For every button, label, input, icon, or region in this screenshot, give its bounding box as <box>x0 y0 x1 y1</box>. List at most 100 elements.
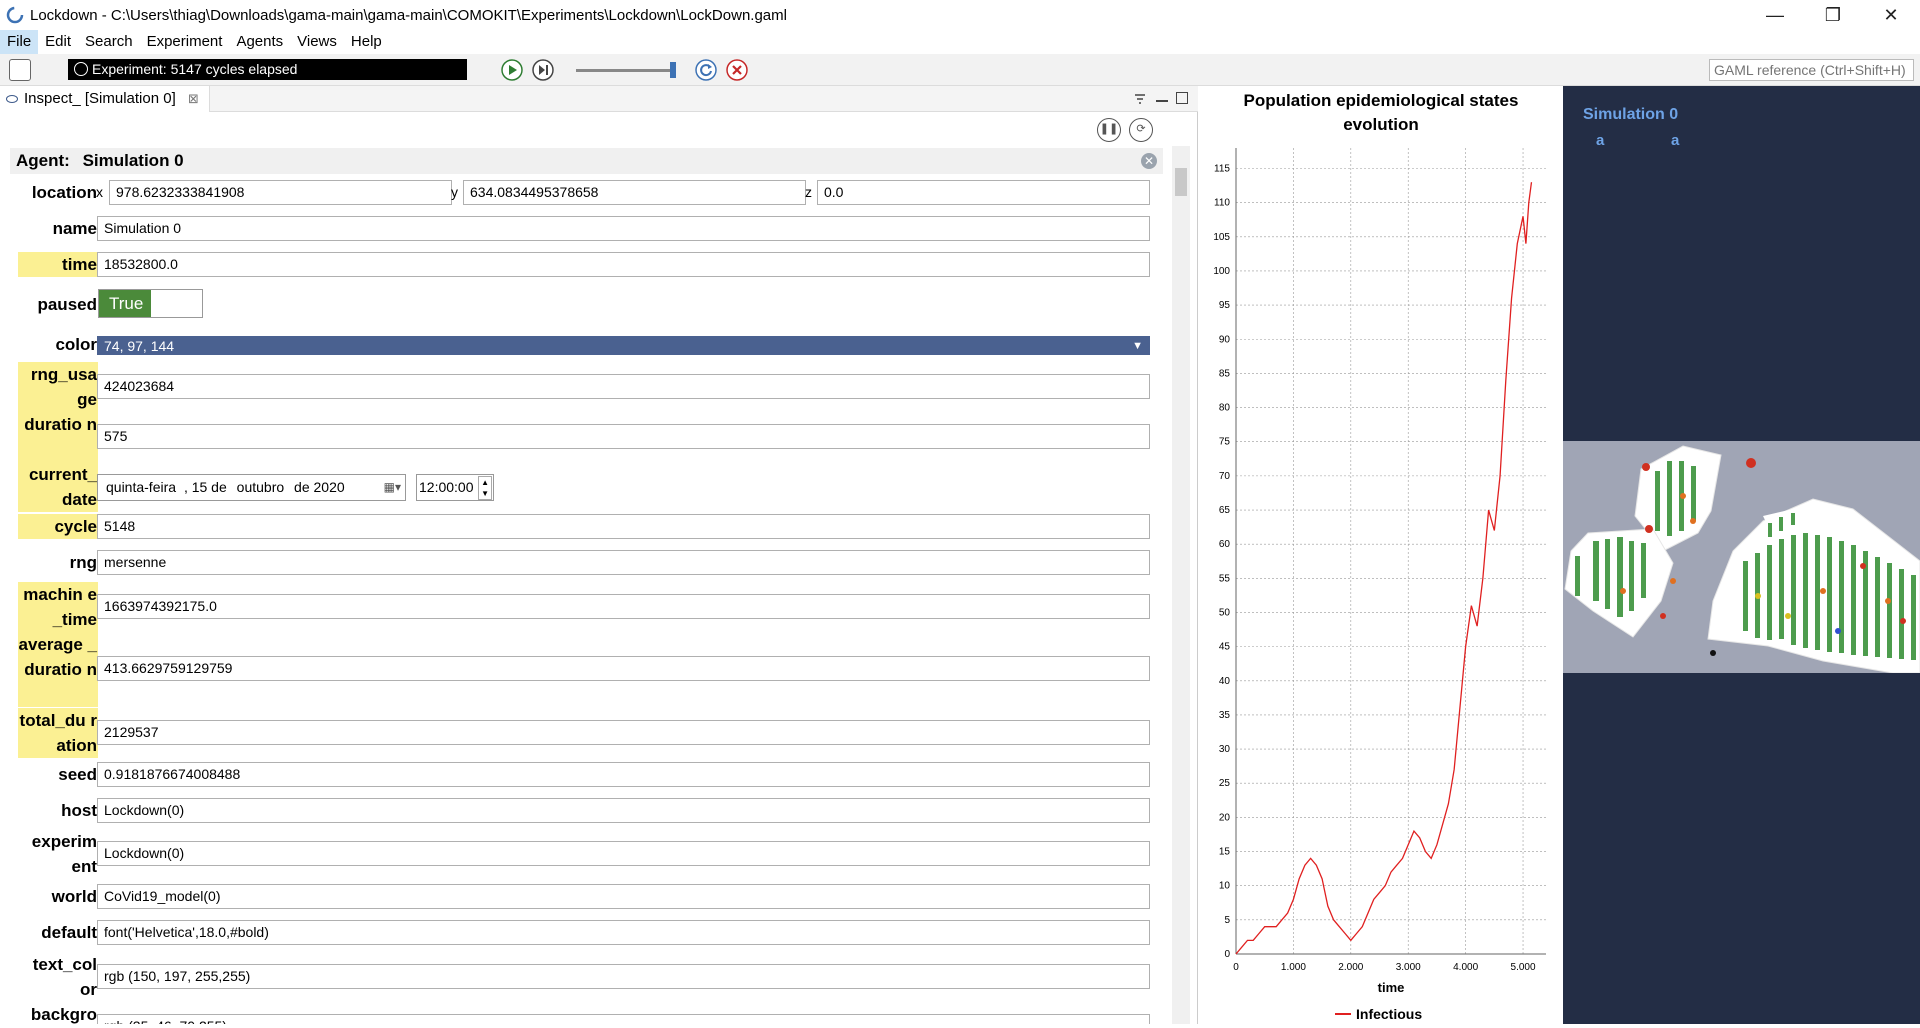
menu-help[interactable]: Help <box>344 30 389 54</box>
edit-experiment-icon[interactable] <box>9 59 31 81</box>
speed-slider-track[interactable] <box>576 69 676 72</box>
display-letter: a <box>1596 132 1605 149</box>
y-tick-label: 5 <box>1224 915 1230 926</box>
cycle-label: cycle <box>18 514 98 539</box>
average-duration-label: average _duratio n <box>18 632 98 707</box>
chart-grid <box>1235 148 1546 955</box>
y-tick-label: 80 <box>1219 403 1231 414</box>
default-label: default <box>41 923 97 942</box>
reload-icon[interactable] <box>695 59 717 81</box>
rng-usage-label: rng_usa ge <box>18 362 98 412</box>
duration-label: duratio n <box>18 412 98 462</box>
date-picker[interactable]: quinta-feira , 15 de outubro de 2020 ▦▾ <box>97 474 406 501</box>
location-x-label: x <box>96 184 103 200</box>
location-y-label: y <box>451 184 458 200</box>
chart-panel: Population epidemiological states evolut… <box>1199 86 1563 1024</box>
time-spinner[interactable]: 12:00:00 ▲ ▼ <box>416 474 494 501</box>
y-tick-label: 20 <box>1219 812 1231 823</box>
close-tab-icon[interactable]: ⊠ <box>188 91 199 106</box>
text-color-field[interactable]: rgb (150, 197, 255,255) <box>97 964 1150 989</box>
rng-usage-field[interactable]: 424023684 <box>97 374 1150 399</box>
menu-views[interactable]: Views <box>290 30 344 54</box>
experiment-label: experim ent <box>31 832 97 876</box>
rng-field[interactable]: mersenne <box>97 550 1150 575</box>
menu-agents[interactable]: Agents <box>229 30 290 54</box>
city-map-image <box>1563 441 1920 673</box>
y-tick-label: 55 <box>1219 573 1231 584</box>
close-window-button[interactable]: ✕ <box>1862 0 1920 30</box>
date-month: outubro <box>236 479 285 495</box>
menu-file[interactable]: File <box>0 30 39 54</box>
x-axis-ticks: 0 1.000 2.000 3.000 4.000 5.000 <box>1233 962 1536 973</box>
location-y-field[interactable]: 634.0834495378658 <box>463 180 806 205</box>
menu-edit[interactable]: Edit <box>38 30 78 54</box>
scrollbar-thumb[interactable] <box>1175 168 1187 196</box>
calendar-icon[interactable]: ▦▾ <box>384 475 401 500</box>
agent-header-prefix: Agent: <box>16 151 70 170</box>
inspector-scrollbar[interactable] <box>1172 146 1190 1024</box>
experiment-field[interactable]: Lockdown(0) <box>97 841 1150 866</box>
y-tick-label: 115 <box>1214 163 1230 174</box>
time-field[interactable]: 18532800.0 <box>97 252 1150 277</box>
paused-toggle[interactable]: True <box>98 289 203 318</box>
clock-icon <box>74 62 88 76</box>
seed-field[interactable]: 0.9181876674008488 <box>97 762 1150 787</box>
location-z-field[interactable]: 0.0 <box>817 180 1150 205</box>
machine-time-field[interactable]: 1663974392175.0 <box>97 594 1150 619</box>
total-duration-field[interactable]: 2129537 <box>97 720 1150 745</box>
gaml-reference-search[interactable] <box>1709 59 1914 81</box>
close-agent-icon[interactable]: ✕ <box>1141 153 1157 169</box>
host-label: host <box>61 801 97 820</box>
minimize-button[interactable]: — <box>1746 0 1804 30</box>
duration-field[interactable]: 575 <box>97 424 1150 449</box>
refresh-inspector-icon[interactable]: ⟳ <box>1129 118 1153 142</box>
color-field[interactable]: 74, 97, 144 ▼ <box>97 336 1150 355</box>
color-value: 74, 97, 144 <box>104 338 175 354</box>
minimize-view-icon[interactable] <box>1156 92 1168 102</box>
display-letter: a <box>1671 132 1680 149</box>
seed-label: seed <box>58 765 97 784</box>
play-icon[interactable] <box>501 59 523 81</box>
paused-label: paused <box>37 295 97 314</box>
total-duration-label: total_du ration <box>18 708 98 758</box>
inspect-tab-label: Inspect_ [Simulation 0] <box>24 90 176 107</box>
average-duration-field[interactable]: 413.6629759129759 <box>97 656 1150 681</box>
rng-label: rng <box>69 553 97 572</box>
maximize-view-icon[interactable] <box>1176 92 1188 104</box>
time-label: time <box>18 252 98 277</box>
pause-inspector-icon[interactable]: ❚❚ <box>1097 118 1121 142</box>
chart-title-line-2: evolution <box>1343 115 1419 134</box>
cycle-field[interactable]: 5148 <box>97 514 1150 539</box>
city-map[interactable] <box>1563 441 1920 673</box>
view-menu-icon[interactable] <box>1134 92 1146 104</box>
spinner-arrows-icon[interactable]: ▲ ▼ <box>478 476 492 500</box>
host-field[interactable]: Lockdown(0) <box>97 798 1150 823</box>
y-tick-label: 100 <box>1213 266 1230 277</box>
world-field[interactable]: CoVid19_model(0) <box>97 884 1150 909</box>
x-axis-label: time <box>1378 980 1405 995</box>
y-tick-label: 40 <box>1219 676 1231 687</box>
inspect-tab[interactable]: Inspect_ [Simulation 0] ⊠ <box>0 86 210 112</box>
close-experiment-icon[interactable] <box>726 59 748 81</box>
background-field[interactable]: rgb (35, 46, 70,255) <box>97 1014 1150 1024</box>
restore-button[interactable]: ❐ <box>1804 0 1862 30</box>
y-tick-label: 110 <box>1214 198 1230 209</box>
y-tick-label: 50 <box>1219 607 1231 618</box>
step-icon[interactable] <box>532 59 554 81</box>
x-tick-label: 5.000 <box>1511 962 1536 973</box>
x-tick-label: 0 <box>1233 962 1239 973</box>
y-tick-label: 70 <box>1219 471 1231 482</box>
y-tick-label: 65 <box>1219 505 1231 516</box>
x-tick-label: 1.000 <box>1281 962 1306 973</box>
experiment-status-text: Experiment: 5147 cycles elapsed <box>92 61 298 77</box>
name-field[interactable]: Simulation 0 <box>97 216 1150 241</box>
default-field[interactable]: font('Helvetica',18.0,#bold) <box>97 920 1150 945</box>
y-tick-label: 75 <box>1219 437 1231 448</box>
x-tick-label: 3.000 <box>1396 962 1421 973</box>
speed-slider-thumb[interactable] <box>670 62 676 78</box>
location-x-field[interactable]: 978.6232333841908 <box>109 180 452 205</box>
y-tick-label: 10 <box>1219 881 1231 892</box>
menu-search[interactable]: Search <box>78 30 140 54</box>
menu-experiment[interactable]: Experiment <box>140 30 230 54</box>
name-label: name <box>52 219 97 238</box>
